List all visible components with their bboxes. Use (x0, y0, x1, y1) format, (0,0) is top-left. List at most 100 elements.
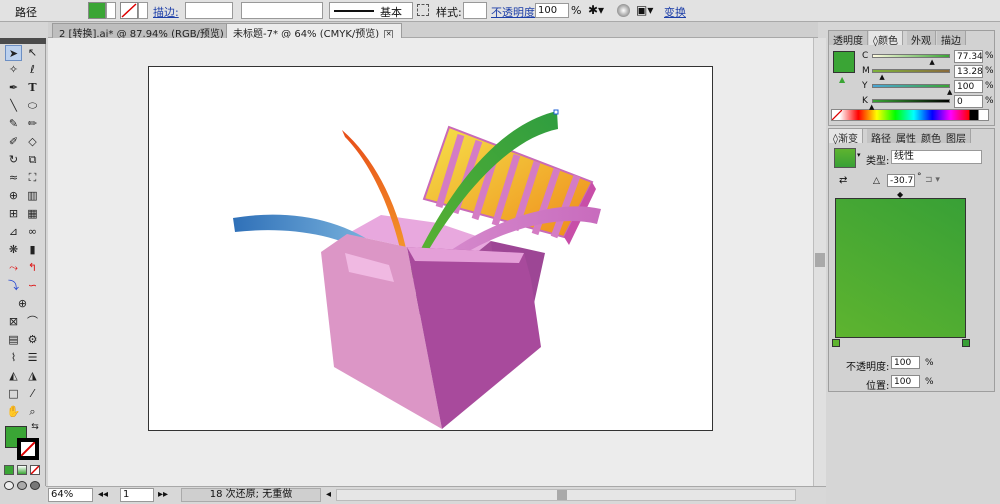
tab-color[interactable]: ◊颜色 (869, 31, 903, 47)
tab-transparency[interactable]: 透明度 (829, 31, 868, 47)
doc-tab-2[interactable]: 未标题-7* @ 64% (CMYK/预览) ✕ (226, 23, 403, 40)
color-spectrum-bar[interactable] (831, 109, 989, 121)
width-tool-icon[interactable]: ⤳ (5, 260, 22, 276)
line-tool-icon[interactable]: ╲ (5, 98, 22, 114)
channel-slider-c[interactable] (872, 54, 950, 58)
direct-selection-tool-icon[interactable]: ↖ (24, 45, 41, 61)
fill-dropdown[interactable] (106, 2, 116, 19)
document-setup-icon[interactable] (617, 4, 630, 17)
color-mode-icon[interactable] (4, 465, 14, 475)
recolor-artwork-icon[interactable]: ✱▾ (588, 3, 610, 18)
variable-width-field[interactable] (241, 2, 323, 19)
warp-tool-icon[interactable]: ≈ (5, 170, 22, 186)
reverse-gradient-icon[interactable]: ⇄ (839, 175, 851, 187)
ellipse-tool-icon[interactable]: ⬭ (24, 98, 41, 114)
graphic-style-dropdown[interactable] (463, 2, 487, 19)
zoom-field[interactable]: 64% (48, 488, 93, 502)
mesh-warp-tool-icon[interactable]: ⚙ (24, 332, 41, 348)
selection-tool-icon[interactable]: ➤ (5, 45, 22, 61)
blob-brush-tool-icon[interactable]: ✐ (5, 134, 22, 150)
swap-colors-icon[interactable]: ⇆ (29, 422, 41, 432)
crosshair-tool-icon[interactable]: ⊕ (14, 296, 31, 312)
channel-value-c[interactable]: 77.34 (954, 50, 983, 63)
angle-field[interactable]: -30.7 (887, 174, 915, 187)
paintbrush-tool-icon[interactable]: ✎ (5, 116, 22, 132)
knife-tool-icon[interactable]: ⁄ (24, 386, 41, 402)
draw-inside-icon[interactable] (30, 481, 40, 490)
channel-slider-thumb[interactable]: ▲ (929, 58, 934, 66)
hand-tool-icon[interactable]: ✋ (5, 404, 22, 420)
gradient-slider-preview[interactable] (835, 198, 966, 338)
fill-swatch[interactable] (88, 2, 106, 19)
align-icon[interactable]: ▣▾ (636, 3, 658, 18)
smooth-tool-icon[interactable]: ∽ (24, 278, 41, 294)
gradient-tool-icon[interactable]: ▦ (24, 206, 41, 222)
tab-layers[interactable]: 图层 (942, 129, 971, 145)
tools-panel-grip[interactable] (0, 38, 46, 44)
stroke-color-box[interactable] (17, 438, 39, 460)
channel-slider-thumb[interactable]: ▲ (947, 88, 952, 96)
gradient-stop-start[interactable] (832, 339, 840, 347)
chart-tool-icon[interactable]: ▤ (5, 332, 22, 348)
channel-slider-y[interactable] (872, 84, 950, 88)
opacity-link[interactable]: 不透明度: (491, 4, 539, 20)
shape-builder-tool-icon[interactable]: ⊕ (5, 188, 22, 204)
horizontal-scrollbar[interactable] (336, 489, 796, 501)
h-scroll-thumb[interactable] (557, 490, 567, 500)
brush-definition-field[interactable]: 基本 (329, 2, 413, 19)
rectangle-frame-icon[interactable]: □ (5, 386, 22, 402)
prev-artboard-icon[interactable]: ◂◂ (98, 489, 108, 500)
zoom-tool-icon[interactable]: ⌕ (24, 404, 41, 420)
gradient-mode-icon[interactable] (17, 465, 27, 475)
transform-link[interactable]: 变换 (664, 4, 686, 20)
stroke-swatch[interactable] (120, 2, 138, 19)
perspective-grid-tool-icon[interactable]: ▥ (24, 188, 41, 204)
gradient-stop-end[interactable] (962, 339, 970, 347)
artwork-gift-box[interactable] (149, 67, 714, 432)
doc-tab-1[interactable]: 2 [转换].ai* @ 87.94% (RGB/预览)✕ (52, 23, 247, 40)
recolor-icon[interactable] (417, 4, 429, 16)
none-mode-icon[interactable] (30, 465, 40, 475)
eyedropper-tool-icon[interactable]: ⊿ (5, 224, 22, 240)
next-artboard-icon[interactable]: ▸▸ (158, 489, 168, 500)
artboard-tool-icon[interactable]: ⊠ (5, 314, 22, 330)
draw-normal-icon[interactable] (4, 481, 14, 490)
anchor-point[interactable] (553, 109, 559, 115)
symbol-sprayer-tool-icon[interactable]: ❋ (5, 242, 22, 258)
tab-stroke[interactable]: 描边 (937, 31, 966, 47)
type-tool-icon[interactable]: T (24, 80, 41, 96)
magic-wand-tool-icon[interactable]: ✧ (5, 62, 22, 78)
channel-value-m[interactable]: 13.28 (954, 65, 983, 78)
aspect-ratio-icon[interactable]: ⊐ ▾ (925, 175, 951, 187)
tab-gradient[interactable]: ◊渐变 (829, 129, 863, 145)
channel-slider-thumb[interactable]: ▲ (879, 73, 884, 81)
color-fill-swatch[interactable] (833, 51, 855, 73)
draw-behind-icon[interactable] (17, 481, 27, 490)
slice-tool-icon[interactable]: ⌒ (24, 314, 41, 330)
scale-tool-icon[interactable]: ⧉ (24, 152, 41, 168)
stroke-link[interactable]: 描边: (153, 4, 179, 20)
channel-value-k[interactable]: 0 (954, 95, 983, 108)
graph-tool-icon[interactable]: ▮ (24, 242, 41, 258)
none-color-icon[interactable] (832, 110, 842, 120)
vertical-scrollbar[interactable] (813, 38, 826, 486)
gradient-swatch-dropdown-icon[interactable]: ▾ (857, 151, 863, 163)
status-menu-icon[interactable]: ◂ (326, 489, 331, 500)
pencil-tool-icon[interactable]: ✏ (24, 116, 41, 132)
stroke-dropdown[interactable] (138, 2, 148, 19)
tab-appearance[interactable]: 外观 (907, 31, 936, 47)
paint-selection-icon[interactable]: ◮ (24, 368, 41, 384)
free-transform-tool-icon[interactable]: ⛶ (24, 170, 41, 186)
stroke-weight-field[interactable] (185, 2, 233, 19)
anchor-point-tool-icon[interactable]: ⤵ (5, 278, 22, 294)
channel-slider-thumb[interactable]: ▲ (869, 103, 874, 111)
stop-opacity-field[interactable]: 100 (891, 356, 920, 369)
live-paint-bucket-icon[interactable]: ◭ (5, 368, 22, 384)
artboard[interactable] (148, 66, 713, 431)
eraser-tool-icon[interactable]: ◇ (24, 134, 41, 150)
list-tool-icon[interactable]: ☰ (24, 350, 41, 366)
lasso-tool-icon[interactable]: ℓ (24, 62, 41, 78)
live-paint-tool-icon[interactable]: ⌇ (5, 350, 22, 366)
stop-location-field[interactable]: 100 (891, 375, 920, 388)
rotate-tool-icon[interactable]: ↻ (5, 152, 22, 168)
